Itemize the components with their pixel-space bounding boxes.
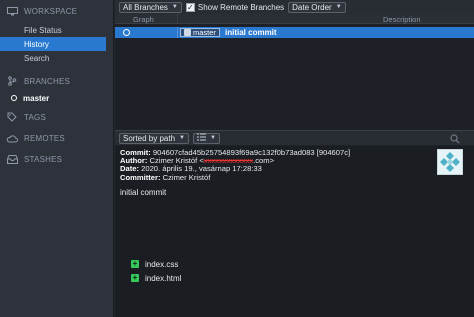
view-mode-select[interactable]: ▼: [193, 132, 220, 144]
tags-section[interactable]: TAGS: [6, 112, 46, 122]
checkbox-checked-icon: ✓: [185, 2, 195, 12]
branch-filter-select[interactable]: All Branches ▼: [119, 1, 182, 13]
list-view-icon: [197, 133, 206, 143]
chevron-down-icon: ▼: [171, 4, 178, 10]
column-divider[interactable]: [177, 14, 178, 24]
branch-tag[interactable]: master: [180, 28, 220, 37]
committer-value: Czimer Kristóf: [162, 172, 211, 182]
sidebar: WORKSPACE File Status History Search BRA…: [0, 0, 114, 317]
commit-row[interactable]: master initial commit: [115, 27, 474, 38]
commit-full-message: initial commit: [120, 188, 167, 197]
show-remote-label: Show Remote Branches: [197, 2, 285, 12]
stashes-section[interactable]: STASHES: [6, 154, 62, 164]
tag-icon: [6, 112, 18, 122]
commit-node-icon: [123, 29, 130, 36]
sort-select-value: Sorted by path: [123, 133, 176, 143]
history-toolbar: All Branches ▼ ✓ Show Remote Branches Da…: [115, 0, 474, 14]
stashes-title: STASHES: [24, 154, 63, 164]
tags-title: TAGS: [24, 112, 46, 122]
file-list-toolbar: Sorted by path ▼ ▼: [115, 130, 474, 145]
sidebar-item-label: master: [23, 93, 50, 103]
committer-line: Committer: Czimer Kristóf: [120, 172, 350, 182]
branch-tag-icon: [184, 29, 191, 36]
chevron-down-icon: ▼: [210, 135, 216, 141]
order-select-value: Date Order: [292, 2, 332, 12]
main-panel: All Branches ▼ ✓ Show Remote Branches Da…: [115, 0, 474, 317]
sidebar-item-label: File Status: [24, 25, 62, 35]
commit-meta: Commit: 904607cfad45b25754893f69a9c132f0…: [120, 148, 350, 182]
search-icon[interactable]: [450, 134, 460, 144]
graph-column-header[interactable]: Graph: [133, 15, 154, 24]
file-name: index.css: [145, 259, 179, 269]
show-remote-branches-checkbox[interactable]: ✓ Show Remote Branches: [185, 2, 285, 12]
branch-icon: [6, 76, 18, 86]
sidebar-item-label: Search: [24, 53, 50, 63]
chevron-down-icon: ▼: [335, 4, 342, 10]
sidebar-item-search[interactable]: Search: [0, 51, 106, 65]
column-divider: [177, 27, 178, 38]
branch-tag-label: master: [193, 28, 216, 37]
monitor-icon: [6, 6, 18, 16]
remotes-title: REMOTES: [24, 133, 65, 143]
current-branch-icon: [11, 95, 17, 101]
cloud-icon: [6, 133, 18, 143]
chevron-down-icon: ▼: [179, 135, 185, 141]
sidebar-item-history[interactable]: History: [0, 37, 106, 51]
sidebar-item-file-status[interactable]: File Status: [0, 23, 106, 37]
commit-message: initial commit: [225, 28, 277, 37]
column-headers: Graph Description: [115, 14, 474, 24]
workspace-section[interactable]: WORKSPACE: [6, 6, 77, 16]
file-name: index.html: [145, 273, 182, 283]
file-row[interactable]: + index.html: [131, 272, 181, 284]
branches-section[interactable]: BRANCHES: [6, 76, 70, 86]
remotes-section[interactable]: REMOTES: [6, 133, 65, 143]
file-added-icon: +: [131, 259, 139, 268]
workspace-title: WORKSPACE: [24, 6, 78, 16]
description-column-header[interactable]: Description: [383, 15, 421, 24]
commit-details-panel: Commit: 904607cfad45b25754893f69a9c132f0…: [115, 146, 474, 317]
sidebar-item-label: History: [24, 39, 49, 49]
sidebar-item-master[interactable]: master: [0, 91, 106, 105]
branches-title: BRANCHES: [24, 76, 71, 86]
file-added-icon: +: [131, 273, 139, 282]
avatar: [437, 149, 463, 175]
order-select[interactable]: Date Order ▼: [288, 1, 346, 13]
file-row[interactable]: + index.css: [131, 258, 178, 270]
commit-list: master initial commit: [115, 25, 474, 129]
branch-filter-value: All Branches: [123, 2, 168, 12]
stash-icon: [6, 154, 18, 164]
sort-select[interactable]: Sorted by path ▼: [119, 132, 189, 144]
committer-label: Committer:: [120, 172, 161, 182]
